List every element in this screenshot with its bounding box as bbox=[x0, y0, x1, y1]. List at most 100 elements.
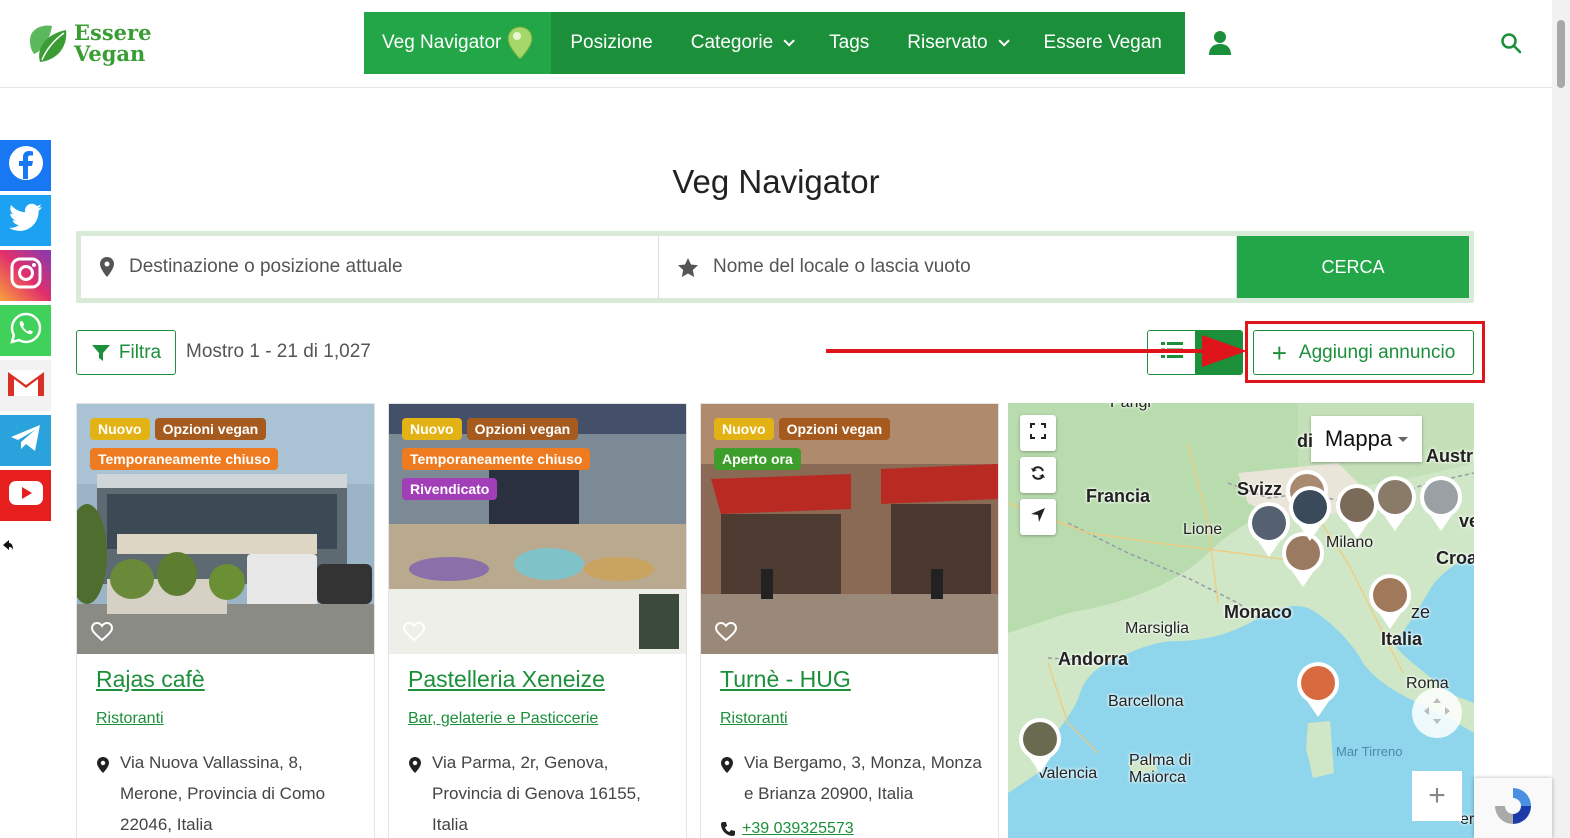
badge-vegan-options: Opzioni vegan bbox=[778, 418, 891, 440]
plus-icon: + bbox=[1271, 337, 1287, 368]
listing-card[interactable]: Nuovo Opzioni vegan Aperto ora Turnè - H… bbox=[700, 403, 999, 838]
venue-name-field[interactable]: Nome del locale o lascia vuoto bbox=[659, 236, 1237, 298]
badge-vegan-options: Opzioni vegan bbox=[154, 418, 267, 440]
filter-icon bbox=[91, 344, 119, 362]
instagram-share-button[interactable] bbox=[0, 250, 51, 301]
instagram-icon bbox=[9, 256, 43, 295]
refresh-map-button[interactable] bbox=[1020, 457, 1056, 493]
chevron-down-icon bbox=[997, 35, 1010, 47]
filter-button[interactable]: Filtra bbox=[76, 330, 176, 375]
add-listing-button[interactable]: + Aggiungi annuncio bbox=[1253, 330, 1474, 375]
location-placeholder: Destinazione o posizione attuale bbox=[129, 256, 403, 277]
map-label: Italia bbox=[1381, 629, 1423, 649]
map-label: Marsiglia bbox=[1125, 620, 1190, 637]
gmail-icon bbox=[6, 368, 46, 403]
map-label: Monaco bbox=[1224, 602, 1293, 622]
location-arrow-icon bbox=[1030, 507, 1046, 528]
map-label: Croa bbox=[1436, 548, 1474, 568]
favorite-heart-icon[interactable] bbox=[402, 621, 426, 647]
nav-item-tags[interactable]: Tags bbox=[810, 12, 888, 74]
phone-icon bbox=[720, 821, 736, 837]
listing-photo[interactable]: Nuovo Opzioni vegan Temporaneamente chiu… bbox=[389, 404, 686, 654]
listing-photo[interactable]: Nuovo Opzioni vegan Aperto ora bbox=[701, 404, 998, 654]
map-pan-control[interactable] bbox=[1412, 688, 1462, 738]
telegram-icon bbox=[9, 423, 43, 458]
venue-name-placeholder: Nome del locale o lascia vuoto bbox=[713, 256, 971, 277]
map-label: Barcellona bbox=[1108, 693, 1184, 710]
listing-map-marker[interactable] bbox=[1295, 661, 1341, 719]
listing-card[interactable]: Nuovo Opzioni vegan Temporaneamente chiu… bbox=[76, 403, 375, 838]
youtube-share-button[interactable] bbox=[0, 470, 51, 521]
badge-new: Nuovo bbox=[402, 418, 462, 440]
badge-temporarily-closed: Temporaneamente chiuso bbox=[90, 448, 279, 470]
favorite-heart-icon[interactable] bbox=[714, 621, 738, 647]
address-text: Via Parma, 2r, Genova, Provincia di Geno… bbox=[432, 753, 641, 834]
refresh-icon bbox=[1030, 465, 1046, 486]
map-label: Mar Tirreno bbox=[1336, 744, 1403, 759]
site-header: Essere Vegan Veg Navigator Posizione Cat… bbox=[0, 0, 1552, 88]
search-button[interactable]: CERCA bbox=[1237, 236, 1469, 298]
add-listing-label: Aggiungi annuncio bbox=[1298, 341, 1456, 363]
map-type-selector[interactable]: Mappa bbox=[1311, 416, 1422, 462]
locate-me-button[interactable] bbox=[1020, 499, 1056, 535]
twitter-share-button[interactable] bbox=[0, 195, 51, 246]
badge-group: Nuovo Opzioni vegan Aperto ora bbox=[714, 418, 994, 478]
nav-label: Essere Vegan bbox=[1043, 32, 1162, 53]
telegram-share-button[interactable] bbox=[0, 415, 51, 466]
fullscreen-button[interactable] bbox=[1020, 415, 1056, 451]
badge-open-now: Aperto ora bbox=[714, 448, 801, 470]
leaf-logo-icon bbox=[26, 20, 72, 66]
listing-map-marker[interactable] bbox=[1418, 475, 1464, 533]
star-icon bbox=[677, 257, 699, 278]
filter-label: Filtra bbox=[118, 341, 162, 363]
map-marker-icon bbox=[408, 747, 432, 838]
listing-map-marker[interactable] bbox=[1372, 475, 1418, 533]
location-field[interactable]: Destinazione o posizione attuale bbox=[81, 236, 659, 298]
logo-line-2: Vegan bbox=[74, 41, 146, 66]
results-map[interactable]: Mappa Parigi di Francia Svizz Austri ve … bbox=[1008, 403, 1474, 838]
listing-category-link[interactable]: Ristoranti bbox=[96, 710, 164, 728]
recaptcha-badge[interactable] bbox=[1474, 778, 1552, 838]
social-bar-toggle-icon[interactable] bbox=[2, 538, 14, 554]
listing-category-link[interactable]: Bar, gelaterie e Pasticcerie bbox=[408, 710, 598, 728]
map-label: di bbox=[1297, 431, 1313, 451]
map-marker-icon bbox=[99, 256, 115, 278]
scrollbar-thumb[interactable] bbox=[1557, 20, 1565, 88]
listing-map-marker[interactable] bbox=[1367, 573, 1413, 631]
listing-phone-link[interactable]: +39 039325573 bbox=[720, 820, 854, 838]
nav-item-categorie[interactable]: Categorie bbox=[672, 12, 810, 74]
listing-title-link[interactable]: Rajas cafè bbox=[96, 666, 205, 693]
twitter-icon bbox=[8, 203, 43, 238]
listing-map-marker[interactable] bbox=[1287, 485, 1333, 543]
main-nav: Veg Navigator Posizione Categorie Tags R… bbox=[364, 12, 1185, 74]
nav-item-posizione[interactable]: Posizione bbox=[551, 12, 671, 74]
listing-map-marker[interactable] bbox=[1017, 717, 1063, 775]
nav-item-veg-navigator[interactable]: Veg Navigator bbox=[364, 12, 552, 74]
nav-item-essere-vegan[interactable]: Essere Vegan bbox=[1025, 12, 1181, 74]
site-logo[interactable]: Essere Vegan bbox=[26, 20, 151, 66]
favorite-heart-icon[interactable] bbox=[90, 621, 114, 647]
map-type-label: Mappa bbox=[1324, 426, 1393, 451]
listing-title-link[interactable]: Pastelleria Xeneize bbox=[408, 666, 605, 693]
user-icon[interactable] bbox=[1208, 30, 1232, 61]
whatsapp-icon bbox=[9, 311, 43, 350]
badge-temporarily-closed: Temporaneamente chiuso bbox=[402, 448, 591, 470]
listing-address: Via Parma, 2r, Genova, Provincia di Geno… bbox=[408, 747, 678, 838]
search-icon[interactable] bbox=[1500, 32, 1522, 59]
gmail-share-button[interactable] bbox=[0, 360, 51, 411]
nav-item-riservato[interactable]: Riservato bbox=[888, 12, 1024, 74]
page-scrollbar[interactable] bbox=[1552, 0, 1570, 838]
listing-title-link[interactable]: Turnè - HUG bbox=[720, 666, 851, 693]
zoom-in-button[interactable]: + bbox=[1412, 771, 1462, 821]
listing-category-link[interactable]: Ristoranti bbox=[720, 710, 788, 728]
listing-photo[interactable]: Nuovo Opzioni vegan Temporaneamente chiu… bbox=[77, 404, 374, 654]
map-label: Francia bbox=[1086, 486, 1151, 506]
listing-card[interactable]: Nuovo Opzioni vegan Temporaneamente chiu… bbox=[388, 403, 687, 838]
address-text: Via Bergamo, 3, Monza, Monza e Brianza 2… bbox=[744, 753, 982, 803]
page-title: Veg Navigator bbox=[672, 163, 880, 200]
map-pin-icon bbox=[507, 26, 533, 60]
whatsapp-share-button[interactable] bbox=[0, 305, 51, 356]
badge-new: Nuovo bbox=[90, 418, 150, 440]
listing-address: Via Bergamo, 3, Monza, Monza e Brianza 2… bbox=[720, 747, 990, 809]
chevron-down-icon bbox=[783, 35, 795, 47]
